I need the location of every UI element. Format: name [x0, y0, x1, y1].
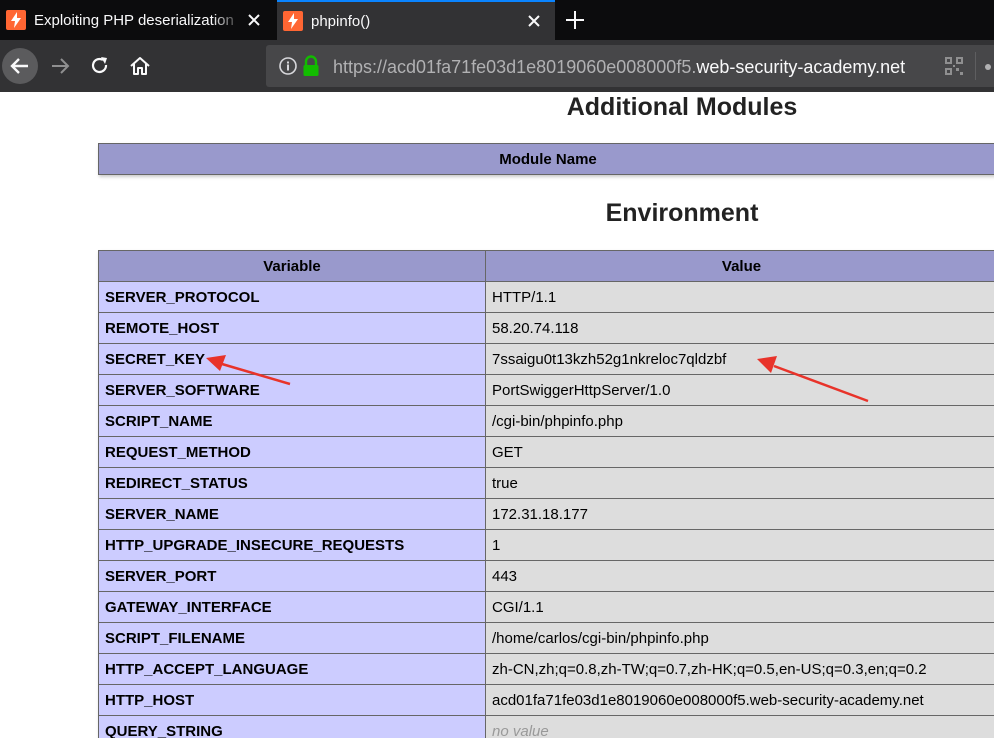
- variable-name-cell: QUERY_STRING: [98, 715, 486, 738]
- variable-value-cell: no value: [485, 715, 994, 738]
- variable-name-cell: SERVER_PROTOCOL: [98, 281, 486, 313]
- module-name-header: Module Name: [98, 143, 994, 175]
- lock-icon[interactable]: [302, 55, 320, 77]
- additional-modules-heading: Additional Modules: [566, 93, 798, 121]
- page-content: Additional Modules Module Name Environme…: [0, 92, 994, 738]
- url-host: web-security-academy.net: [696, 57, 906, 77]
- table-row: REDIRECT_STATUS true: [98, 467, 994, 499]
- variable-value-cell: HTTP/1.1: [485, 281, 994, 313]
- variable-value-cell: 58.20.74.118: [485, 312, 994, 344]
- variable-value-cell: true: [485, 467, 994, 499]
- qr-code-icon[interactable]: [944, 56, 964, 76]
- variable-value-cell: 443: [485, 560, 994, 592]
- variable-value-cell: 172.31.18.177: [485, 498, 994, 530]
- variable-value-cell: CGI/1.1: [485, 591, 994, 623]
- variable-name-cell: REQUEST_METHOD: [98, 436, 486, 468]
- variable-name-cell: GATEWAY_INTERFACE: [98, 591, 486, 623]
- table-row: HTTP_ACCEPT_LANGUAGE zh-CN,zh;q=0.8,zh-TW…: [98, 653, 994, 685]
- modules-table: Module Name: [98, 143, 994, 175]
- table-header-row: Variable Value: [98, 250, 994, 282]
- table-row: REMOTE_HOST 58.20.74.118: [98, 312, 994, 344]
- variable-header: Variable: [98, 250, 486, 282]
- close-icon[interactable]: [243, 9, 265, 31]
- table-row: SERVER_PORT 443: [98, 560, 994, 592]
- close-icon[interactable]: [523, 10, 545, 32]
- variable-name-cell: SCRIPT_FILENAME: [98, 622, 486, 654]
- back-button[interactable]: [2, 48, 38, 84]
- variable-value-cell: /home/carlos/cgi-bin/phpinfo.php: [485, 622, 994, 654]
- table-row: QUERY_STRING no value: [98, 715, 994, 738]
- tab-strip: Exploiting PHP deserialization phpinfo(): [0, 0, 994, 40]
- environment-heading: Environment: [605, 199, 759, 227]
- variable-name-cell: SECRET_KEY: [98, 343, 486, 375]
- variable-name-cell: HTTP_ACCEPT_LANGUAGE: [98, 653, 486, 685]
- tab-title: Exploiting PHP deserialization: [34, 11, 234, 29]
- table-row: HTTP_HOST acd01fa71fe03d1e8019060e008000f…: [98, 684, 994, 716]
- lightning-icon: [6, 10, 26, 30]
- environment-table: Variable Value SERVER_PROTOCOL HTTP/1.1 RE…: [98, 250, 994, 738]
- table-row: SERVER_PROTOCOL HTTP/1.1: [98, 281, 994, 313]
- variable-value-cell: 7ssaigu0t13kzh52g1nkreloc7qldzbf: [485, 343, 994, 375]
- table-row: SCRIPT_NAME/cgi-bin/phpinfo.php: [98, 405, 994, 437]
- new-tab-button[interactable]: [560, 5, 590, 35]
- home-icon: [130, 57, 150, 75]
- reload-button[interactable]: [84, 50, 116, 82]
- variable-value-cell: PortSwiggerHttpServer/1.0: [485, 374, 994, 406]
- variable-name-cell: SERVER_SOFTWARE: [98, 374, 486, 406]
- lightning-icon: [283, 11, 303, 31]
- environment-table-body: Variable Value SERVER_PROTOCOL HTTP/1.1 RE…: [98, 250, 994, 738]
- url-prefix: https://acd01fa71fe03d1e8019060e008000f5…: [333, 57, 697, 77]
- table-row: GATEWAY_INTERFACE CGI/1.1: [98, 591, 994, 623]
- tab-exploiting-php-deserialization[interactable]: Exploiting PHP deserialization: [0, 0, 275, 40]
- variable-value-cell: 1: [485, 529, 994, 561]
- page-actions-icon[interactable]: [985, 64, 991, 70]
- reload-icon: [91, 57, 108, 74]
- tab-phpinfo[interactable]: phpinfo(): [277, 0, 555, 40]
- arrow-left-icon: [10, 58, 28, 74]
- table-row: SCRIPT_FILENAME/home/carlos/cgi-bin/phpi…: [98, 622, 994, 654]
- value-header: Value: [485, 250, 994, 282]
- table-row: SECRET_KEY 7ssaigu0t13kzh52g1nkreloc7qldz…: [98, 343, 994, 375]
- table-row: SERVER_SOFTWARE PortSwiggerHttpServer/1.0: [98, 374, 994, 406]
- variable-name-cell: REMOTE_HOST: [98, 312, 486, 344]
- variable-value-cell: acd01fa71fe03d1e8019060e008000f5.web-sec…: [485, 684, 994, 716]
- url-separator: [975, 52, 976, 80]
- tab-title: phpinfo(): [311, 12, 371, 30]
- table-row: SERVER_NAME 172.31.18.177: [98, 498, 994, 530]
- url-text[interactable]: https://acd01fa71fe03d1e8019060e008000f5…: [333, 56, 908, 78]
- arrow-right-icon: [52, 58, 70, 74]
- variable-name-cell: HTTP_HOST: [98, 684, 486, 716]
- variable-name-cell: SERVER_PORT: [98, 560, 486, 592]
- info-icon[interactable]: [278, 56, 298, 76]
- home-button[interactable]: [124, 50, 156, 82]
- table-row: REQUEST_METHOD GET: [98, 436, 994, 468]
- variable-name-cell: SCRIPT_NAME: [98, 405, 486, 437]
- table-header-row: Module Name: [98, 143, 994, 175]
- variable-value-cell: /cgi-bin/phpinfo.php: [485, 405, 994, 437]
- variable-value-cell: GET: [485, 436, 994, 468]
- variable-name-cell: REDIRECT_STATUS: [98, 467, 486, 499]
- table-row: HTTP_UPGRADE_INSECURE_REQUESTS 1: [98, 529, 994, 561]
- plus-icon: [566, 11, 584, 29]
- variable-name-cell: SERVER_NAME: [98, 498, 486, 530]
- variable-value-cell: zh-CN,zh;q=0.8,zh-TW;q=0.7,zh-HK;q=0.5,e…: [485, 653, 994, 685]
- forward-button[interactable]: [44, 50, 76, 82]
- variable-name-cell: HTTP_UPGRADE_INSECURE_REQUESTS: [98, 529, 486, 561]
